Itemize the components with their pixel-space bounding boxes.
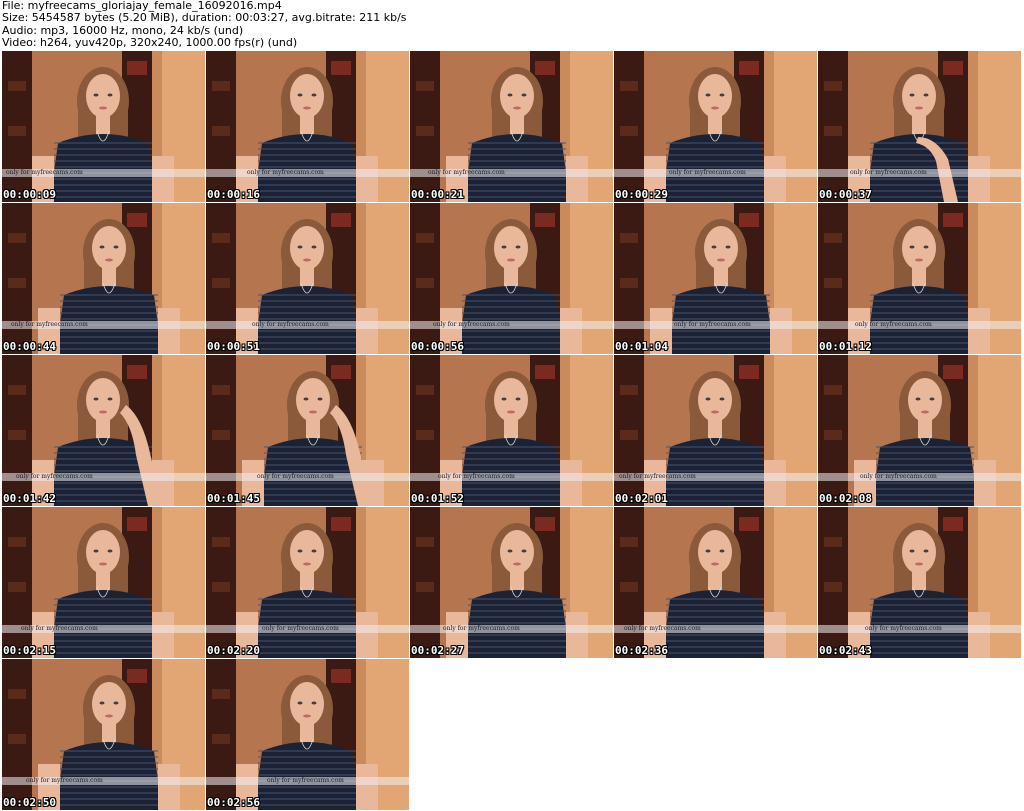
thumbnail-frame-image xyxy=(410,51,613,202)
video-thumbnail: only for myfreecams.com 00:00:51 xyxy=(206,203,409,354)
video-info-line: Video: h264, yuv420p, 320x240, 1000.00 f… xyxy=(2,36,298,50)
video-thumbnail: only for myfreecams.com 00:01:04 xyxy=(614,203,817,354)
video-thumbnail: only for myfreecams.com 00:00:44 xyxy=(2,203,205,354)
thumbnail-timestamp: 00:01:04 xyxy=(615,340,668,353)
video-thumbnail: only for myfreecams.com 00:01:52 xyxy=(410,355,613,506)
thumbnail-timestamp: 00:02:43 xyxy=(819,644,872,657)
video-thumbnail: only for myfreecams.com 00:02:15 xyxy=(2,507,205,658)
watermark-text: only for myfreecams.com xyxy=(11,321,88,328)
watermark-text: only for myfreecams.com xyxy=(262,625,339,632)
video-thumbnail: only for myfreecams.com 00:02:43 xyxy=(818,507,1021,658)
thumbnail-frame-image xyxy=(206,51,409,202)
thumbnail-timestamp: 00:02:27 xyxy=(411,644,464,657)
thumbnail-timestamp: 00:01:12 xyxy=(819,340,872,353)
thumbnail-timestamp: 00:02:15 xyxy=(3,644,56,657)
thumbnail-frame-image xyxy=(2,203,205,354)
video-thumbnail: only for myfreecams.com 00:02:27 xyxy=(410,507,613,658)
video-thumbnail: only for myfreecams.com 00:02:36 xyxy=(614,507,817,658)
watermark-text: only for myfreecams.com xyxy=(252,321,329,328)
thumbnail-timestamp: 00:00:16 xyxy=(207,188,260,201)
thumbnail-timestamp: 00:01:42 xyxy=(3,492,56,505)
thumbnail-frame-image xyxy=(206,507,409,658)
video-thumbnail: only for myfreecams.com 00:02:08 xyxy=(818,355,1021,506)
thumbnail-timestamp: 00:02:01 xyxy=(615,492,668,505)
thumbnail-timestamp: 00:02:50 xyxy=(3,796,56,809)
video-thumbnail: only for myfreecams.com 00:02:20 xyxy=(206,507,409,658)
video-thumbnail: only for myfreecams.com 00:00:09 xyxy=(2,51,205,202)
video-thumbnail: only for myfreecams.com 00:00:16 xyxy=(206,51,409,202)
watermark-text: only for myfreecams.com xyxy=(669,169,746,176)
video-thumbnail: only for myfreecams.com 00:00:29 xyxy=(614,51,817,202)
watermark-text: only for myfreecams.com xyxy=(267,777,344,784)
thumbnail-timestamp: 00:01:52 xyxy=(411,492,464,505)
thumbnail-timestamp: 00:00:44 xyxy=(3,340,56,353)
watermark-text: only for myfreecams.com xyxy=(619,473,696,480)
video-thumbnail: only for myfreecams.com 00:02:01 xyxy=(614,355,817,506)
video-thumbnail: only for myfreecams.com 00:01:45 xyxy=(206,355,409,506)
thumbnail-timestamp: 00:00:21 xyxy=(411,188,464,201)
thumbnail-timestamp: 00:00:51 xyxy=(207,340,260,353)
watermark-text: only for myfreecams.com xyxy=(674,321,751,328)
thumbnail-timestamp: 00:01:45 xyxy=(207,492,260,505)
thumbnail-frame-image xyxy=(614,355,817,506)
watermark-text: only for myfreecams.com xyxy=(247,169,324,176)
thumbnail-frame-image xyxy=(2,51,205,202)
watermark-text: only for myfreecams.com xyxy=(865,625,942,632)
thumbnail-timestamp: 00:02:56 xyxy=(207,796,260,809)
thumbnail-frame-image xyxy=(614,507,817,658)
thumbnail-frame-image xyxy=(614,203,817,354)
thumbnail-timestamp: 00:00:56 xyxy=(411,340,464,353)
watermark-text: only for myfreecams.com xyxy=(860,473,937,480)
watermark-text: only for myfreecams.com xyxy=(850,169,927,176)
thumbnail-timestamp: 00:00:09 xyxy=(3,188,56,201)
watermark-text: only for myfreecams.com xyxy=(428,169,505,176)
video-thumbnail: only for myfreecams.com 00:02:56 xyxy=(206,659,409,810)
watermark-text: only for myfreecams.com xyxy=(855,321,932,328)
watermark-text: only for myfreecams.com xyxy=(438,473,515,480)
thumbnail-frame-image xyxy=(410,507,613,658)
video-thumbnail: only for myfreecams.com 00:01:42 xyxy=(2,355,205,506)
video-thumbnail: only for myfreecams.com 00:02:50 xyxy=(2,659,205,810)
thumbnail-frame-image xyxy=(206,659,409,810)
thumbnail-frame-image xyxy=(2,659,205,810)
thumbnail-frame-image xyxy=(2,355,205,506)
watermark-text: only for myfreecams.com xyxy=(16,473,93,480)
thumbnail-frame-image xyxy=(818,51,1021,202)
thumbnail-frame-image xyxy=(818,507,1021,658)
thumbnail-frame-image xyxy=(2,507,205,658)
watermark-text: only for myfreecams.com xyxy=(21,625,98,632)
thumbnail-frame-image xyxy=(410,203,613,354)
thumbnail-grid: only for myfreecams.com 00:00:09 only for … xyxy=(2,51,1024,811)
video-thumbnail: only for myfreecams.com 00:00:56 xyxy=(410,203,613,354)
thumbnail-timestamp: 00:00:37 xyxy=(819,188,872,201)
thumbnail-frame-image xyxy=(410,355,613,506)
watermark-text: only for myfreecams.com xyxy=(6,169,83,176)
file-info-header: File: myfreecams_gloriajay_female_160920… xyxy=(2,0,1022,50)
thumbnail-frame-image xyxy=(206,203,409,354)
thumbnail-timestamp: 00:00:29 xyxy=(615,188,668,201)
thumbnail-frame-image xyxy=(614,51,817,202)
thumbnail-timestamp: 00:02:20 xyxy=(207,644,260,657)
watermark-text: only for myfreecams.com xyxy=(257,473,334,480)
video-thumbnail: only for myfreecams.com 00:01:12 xyxy=(818,203,1021,354)
thumbnail-timestamp: 00:02:08 xyxy=(819,492,872,505)
watermark-text: only for myfreecams.com xyxy=(624,625,701,632)
watermark-text: only for myfreecams.com xyxy=(443,625,520,632)
watermark-text: only for myfreecams.com xyxy=(433,321,510,328)
video-thumbnail: only for myfreecams.com 00:00:37 xyxy=(818,51,1021,202)
file-size-line: Size: 5454587 bytes (5.20 MiB), duration… xyxy=(2,11,407,25)
thumbnail-frame-image xyxy=(206,355,409,506)
watermark-text: only for myfreecams.com xyxy=(26,777,103,784)
thumbnail-timestamp: 00:02:36 xyxy=(615,644,668,657)
thumbnail-frame-image xyxy=(818,203,1021,354)
thumbnail-frame-image xyxy=(818,355,1021,506)
video-thumbnail: only for myfreecams.com 00:00:21 xyxy=(410,51,613,202)
